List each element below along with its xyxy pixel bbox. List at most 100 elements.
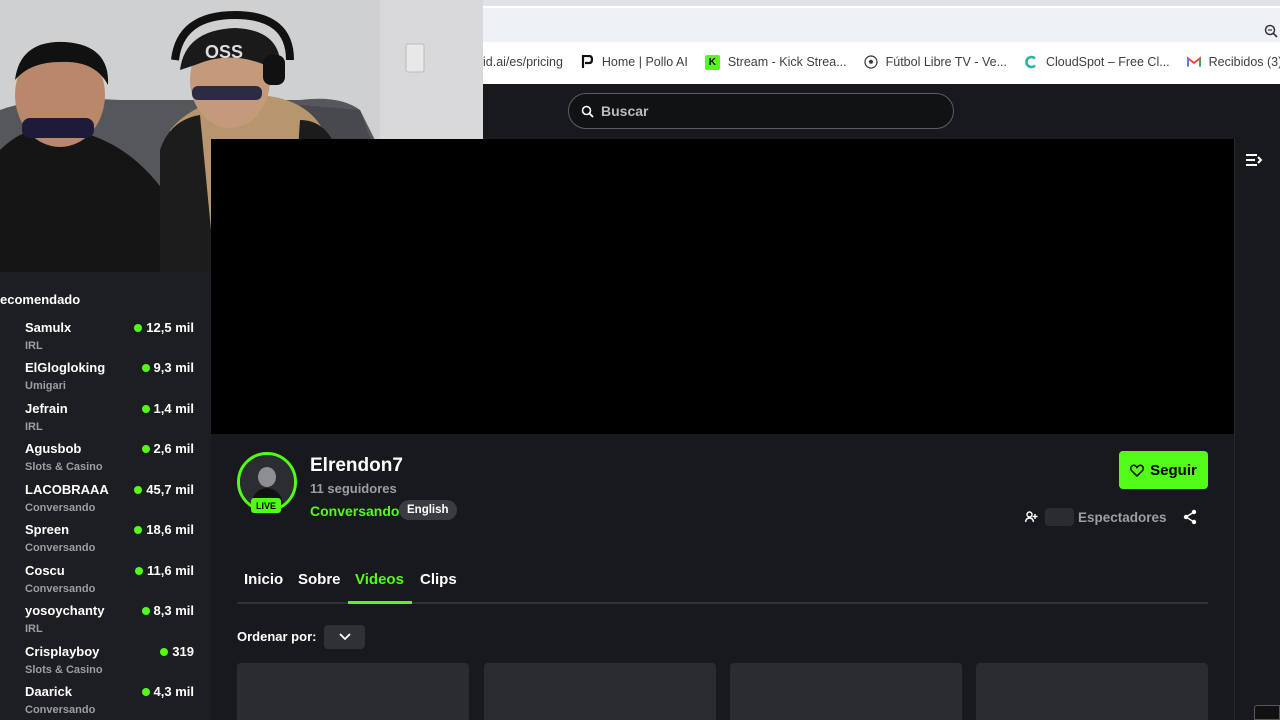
- sort-dropdown[interactable]: [324, 625, 365, 649]
- channel-tabs: Inicio Sobre Videos Clips: [237, 568, 1208, 604]
- chat-rail: [1234, 139, 1280, 720]
- follow-label: Seguir: [1150, 461, 1197, 479]
- live-dot-icon: [134, 525, 143, 534]
- expand-chat-icon[interactable]: [1243, 149, 1265, 171]
- viewer-count: 9,3 mil: [153, 360, 194, 375]
- tab-sobre[interactable]: Sobre: [298, 571, 341, 588]
- bookmark-label: Recibidos (3) -: [1208, 55, 1280, 69]
- svg-text:OSS: OSS: [205, 42, 243, 62]
- channel-name: LACOBRAAA: [25, 482, 109, 497]
- viewer-count: 45,7 mil: [146, 482, 194, 497]
- channel-viewers: 1,4 mil: [141, 401, 194, 416]
- browser-chrome: id.ai/es/pricing Home | Pollo AI K Strea…: [483, 0, 1280, 84]
- users-icon: [1025, 511, 1038, 523]
- soccer-ball-icon: [864, 55, 878, 69]
- bookmark-kick[interactable]: K Stream - Kick Strea...: [704, 54, 847, 70]
- channel-viewers: 9,3 mil: [141, 360, 194, 375]
- bookmark-label: Fútbol Libre TV - Ve...: [885, 55, 1007, 69]
- sidebar-channel[interactable]: LACOBRAAA Conversando 45,7 mil: [25, 482, 200, 522]
- channel-category: Conversando: [25, 542, 96, 554]
- sidebar: ecomendado Samulx IRL 12,5 mil ElGloglok…: [0, 272, 211, 720]
- channel-category: IRL: [25, 623, 43, 635]
- channel-viewers: 18,6 mil: [134, 522, 194, 537]
- heart-icon: [1130, 464, 1145, 477]
- sidebar-channel[interactable]: ElGlogloking Umigari 9,3 mil: [25, 360, 200, 400]
- follow-button[interactable]: Seguir: [1119, 451, 1208, 489]
- follower-count: 11 seguidores: [310, 481, 397, 496]
- live-dot-icon: [141, 687, 150, 696]
- bookmark-futbol-libre[interactable]: Fútbol Libre TV - Ve...: [864, 55, 1007, 69]
- corner-widget: [1254, 705, 1280, 720]
- channel-viewers: 45,7 mil: [134, 482, 194, 497]
- site-header: Buscar: [483, 84, 1280, 139]
- cloudspot-icon: [1024, 55, 1038, 69]
- tab-clips[interactable]: Clips: [420, 571, 457, 588]
- language-tag[interactable]: English: [399, 500, 457, 520]
- sidebar-channel[interactable]: Samulx IRL 12,5 mil: [25, 320, 200, 360]
- share-icon[interactable]: [1183, 509, 1197, 525]
- sort-label: Ordenar por:: [237, 629, 317, 644]
- sidebar-channel[interactable]: yosoychanty IRL 8,3 mil: [25, 603, 200, 643]
- channel-name: Coscu: [25, 563, 65, 578]
- stream-category[interactable]: Conversando: [310, 503, 399, 519]
- channel-category: Conversando: [25, 704, 96, 716]
- channel-name: Agusbob: [25, 441, 82, 456]
- channel-viewers: 11,6 mil: [135, 563, 194, 578]
- zoom-icon[interactable]: [1264, 24, 1278, 38]
- channel-name: Samulx: [25, 320, 72, 335]
- screen: id.ai/es/pricing Home | Pollo AI K Strea…: [0, 0, 1280, 720]
- browser-tab-strip: [483, 0, 1280, 6]
- sidebar-channel[interactable]: Agusbob Slots & Casino 2,6 mil: [25, 441, 200, 481]
- video-player[interactable]: [211, 139, 1234, 434]
- viewer-count: 12,5 mil: [146, 320, 194, 335]
- live-dot-icon: [134, 485, 143, 494]
- viewer-count-placeholder: [1045, 508, 1074, 526]
- channel-viewers: 2,6 mil: [141, 441, 194, 456]
- channel-viewers: 8,3 mil: [141, 603, 194, 618]
- bookmark-pollo-ai[interactable]: Home | Pollo AI: [580, 55, 688, 69]
- bookmark-pricing[interactable]: id.ai/es/pricing: [483, 55, 563, 69]
- active-tab-indicator: [348, 601, 412, 604]
- bookmark-cloudspot[interactable]: CloudSpot – Free Cl...: [1024, 55, 1170, 69]
- search-input[interactable]: Buscar: [568, 93, 954, 129]
- channel-viewers: 4,3 mil: [141, 684, 194, 699]
- channel-category: IRL: [25, 340, 43, 352]
- channel-name: Daarick: [25, 684, 72, 699]
- bookmark-label: CloudSpot – Free Cl...: [1045, 55, 1170, 69]
- tab-inicio[interactable]: Inicio: [244, 571, 283, 588]
- viewer-count: 1,4 mil: [153, 401, 194, 416]
- streamer-name: Elrendon7: [310, 455, 403, 476]
- live-dot-icon: [134, 323, 143, 332]
- sidebar-channel[interactable]: Crisplayboy Slots & Casino 319: [25, 644, 200, 684]
- channel-panel: LIVE Elrendon7 11 seguidores Conversando…: [211, 434, 1234, 720]
- channel-name: yosoychanty: [25, 603, 105, 618]
- viewer-count: 8,3 mil: [153, 603, 194, 618]
- gmail-icon: [1186, 55, 1201, 69]
- channel-name: Spreen: [25, 522, 70, 537]
- channel-name: Crisplayboy: [25, 644, 100, 659]
- viewer-count: 319: [172, 644, 194, 659]
- live-dot-icon: [141, 444, 150, 453]
- bookmark-label: Stream - Kick Strea...: [727, 55, 847, 69]
- channel-category: Umigari: [25, 380, 66, 392]
- viewers-label: Espectadores: [1078, 509, 1167, 525]
- search-placeholder: Buscar: [601, 103, 649, 119]
- search-icon: [581, 105, 594, 118]
- sidebar-title: ecomendado: [0, 292, 81, 307]
- bookmark-gmail[interactable]: Recibidos (3) -: [1186, 55, 1280, 69]
- channel-name: ElGlogloking: [25, 360, 106, 375]
- video-card[interactable]: [976, 663, 1208, 720]
- channel-name: Jefrain: [25, 401, 68, 416]
- sidebar-channel[interactable]: Spreen Conversando 18,6 mil: [25, 522, 200, 562]
- sidebar-channel[interactable]: Daarick Conversando 4,3 mil: [25, 684, 200, 720]
- bookmarks-bar: id.ai/es/pricing Home | Pollo AI K Strea…: [483, 48, 1280, 76]
- sidebar-channel[interactable]: Coscu Conversando 11,6 mil: [25, 563, 200, 603]
- sidebar-channel[interactable]: Jefrain IRL 1,4 mil: [25, 401, 200, 441]
- tab-videos[interactable]: Videos: [355, 571, 404, 588]
- channel-category: Conversando: [25, 583, 96, 595]
- video-card[interactable]: [237, 663, 469, 720]
- video-card[interactable]: [730, 663, 962, 720]
- video-card[interactable]: [484, 663, 716, 720]
- live-dot-icon: [141, 404, 150, 413]
- address-bar[interactable]: [483, 8, 1280, 42]
